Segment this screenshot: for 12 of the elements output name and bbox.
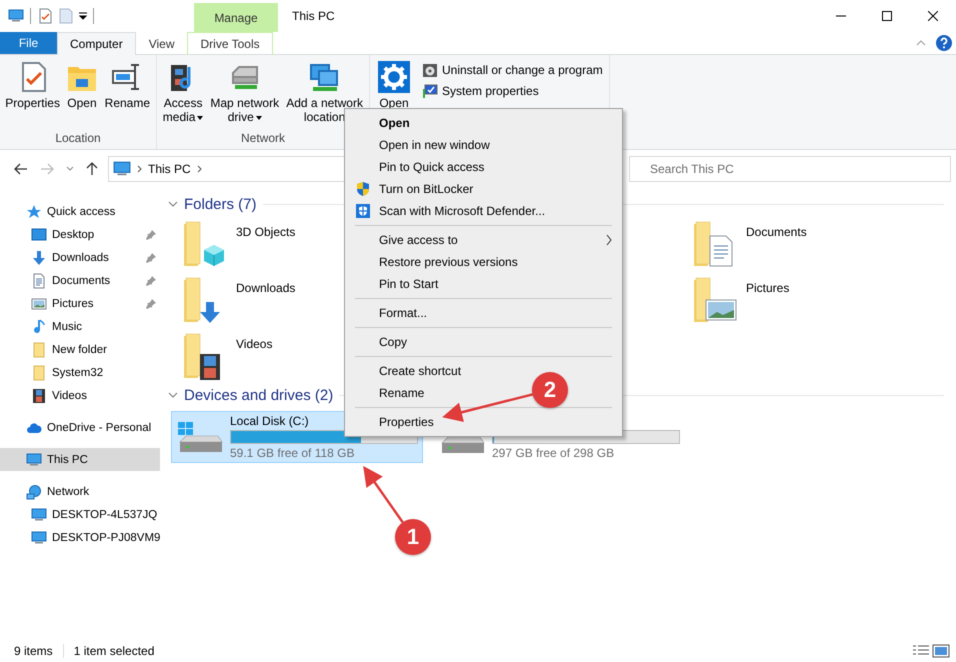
- drive-name: Local Disk (C:): [230, 414, 309, 428]
- window-title: This PC: [292, 8, 335, 25]
- step-badge: 1: [395, 519, 431, 555]
- section-title: Devices and drives (2): [184, 386, 334, 404]
- group-label: Network: [240, 131, 286, 147]
- section-title: Folders (7): [184, 196, 257, 212]
- free-space: 59.1 GB free of 118 GB: [230, 446, 356, 460]
- selection-count: 1 item selected: [74, 644, 154, 658]
- free-space: 297 GB free of 298 GB: [492, 446, 616, 460]
- group-label: Location: [54, 131, 102, 147]
- contextual-tab-label: Manage: [194, 3, 278, 32]
- item-count: 9 items: [14, 644, 53, 658]
